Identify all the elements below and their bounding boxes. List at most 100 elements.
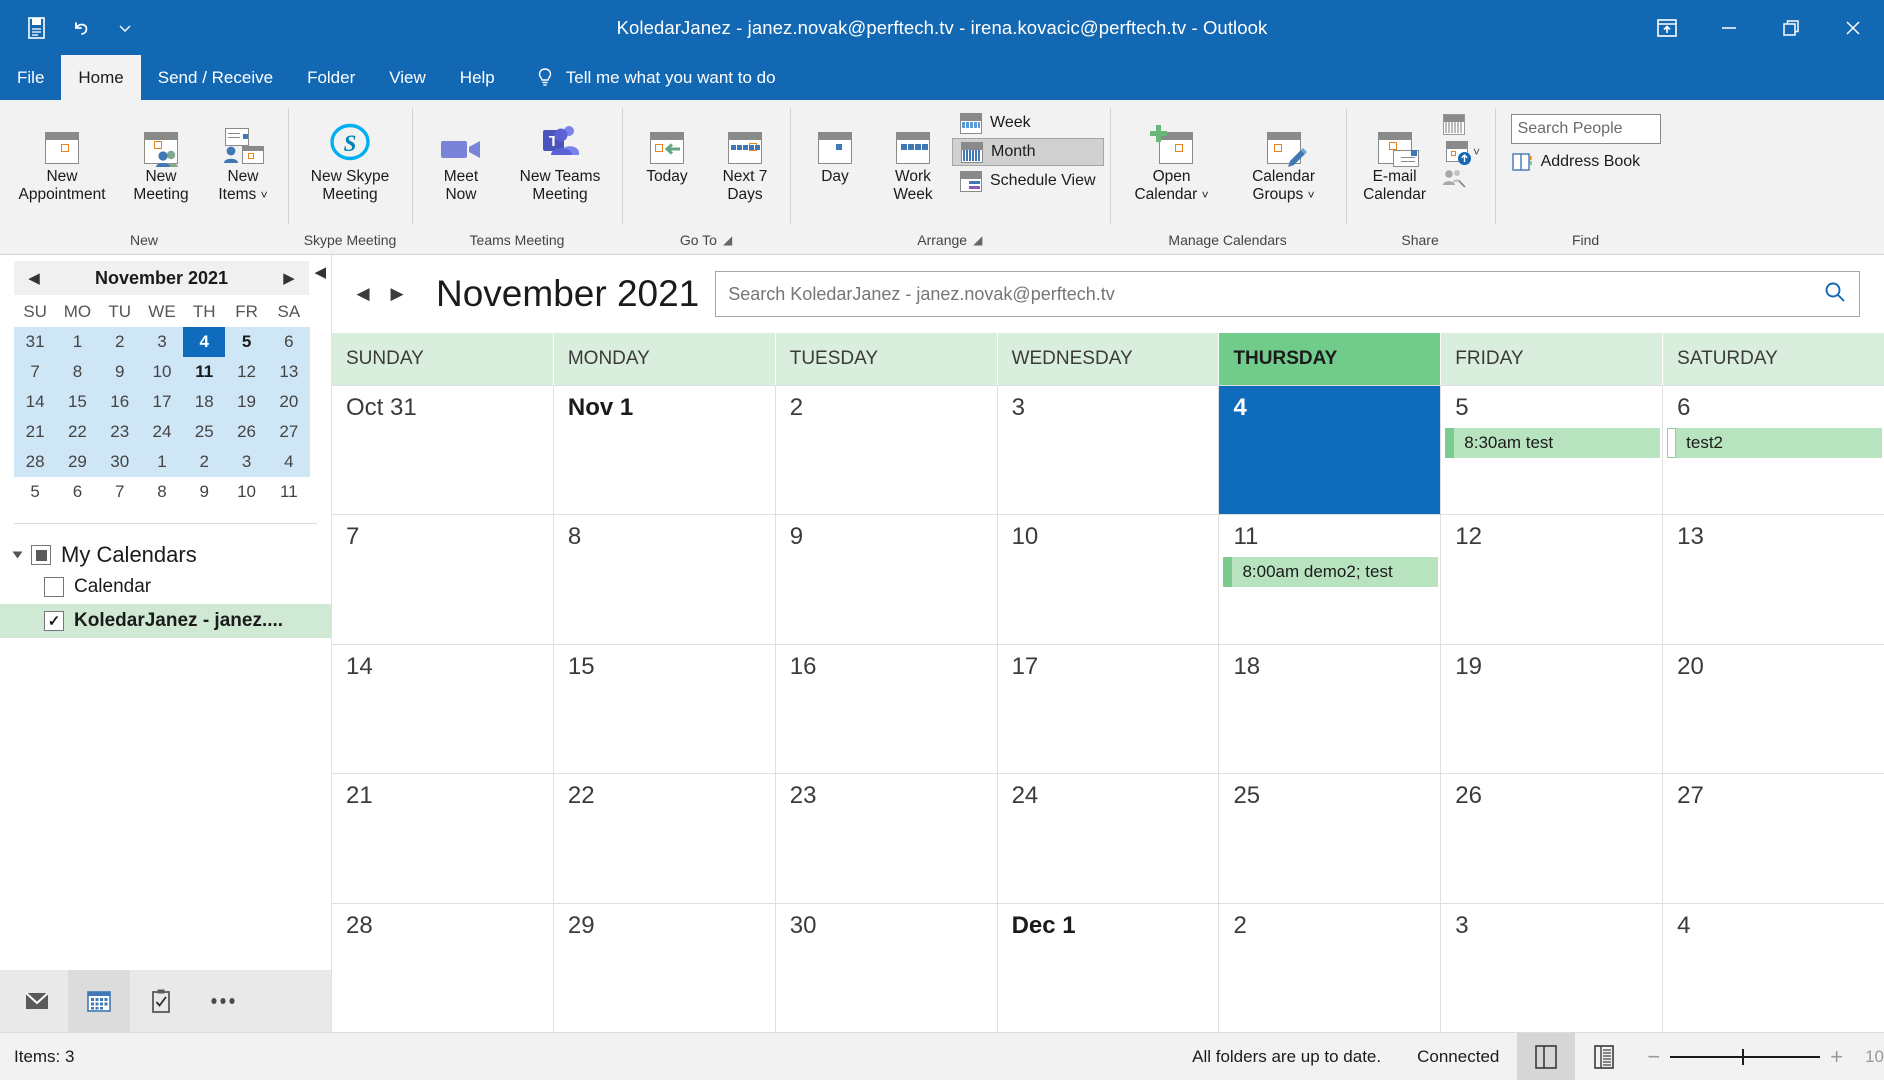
day-cell[interactable]: 3 [998,386,1220,515]
week-view-button[interactable]: Week [952,110,1104,136]
mini-day[interactable]: 1 [140,447,184,477]
tab-help[interactable]: Help [443,55,512,100]
day-cell[interactable]: 16 [776,644,998,774]
zoom-out-button[interactable]: − [1647,1044,1660,1070]
chevron-down-icon[interactable]: ˅ [1473,145,1480,159]
nav-calendar-button[interactable] [68,970,130,1032]
mini-day[interactable]: 23 [98,417,141,447]
search-icon[interactable] [1823,280,1847,309]
day-cell[interactable]: 5 8:30am test [1441,386,1664,515]
day-cell[interactable]: 2 [776,386,998,515]
day-cell[interactable]: 22 [554,774,776,903]
new-appointment-button[interactable]: New Appointment [6,106,118,209]
zoom-in-button[interactable]: + [1830,1044,1843,1070]
day-cell[interactable]: 6 test2 [1663,386,1884,514]
mini-day[interactable]: 9 [98,357,141,387]
koledarjanez-checkbox[interactable]: ✓ [44,611,64,631]
calendar-groups-button[interactable]: Calendar Groups ˅ [1228,106,1340,209]
mini-day[interactable]: 8 [56,357,99,387]
tab-view[interactable]: View [372,55,443,100]
expand-collapse-triangle-icon[interactable] [12,551,23,559]
day-cell[interactable]: 15 [554,644,776,774]
day-cell[interactable]: 29 [554,903,776,1033]
mini-day[interactable]: 4 [267,447,310,477]
zoom-track[interactable] [1670,1048,1821,1065]
chevron-down-icon[interactable]: ˅ [1202,188,1209,202]
close-icon[interactable] [1822,0,1884,55]
calendar-event[interactable]: 8:00am demo2; test [1223,557,1439,588]
mini-day[interactable]: 21 [14,417,57,447]
day-cell[interactable]: Nov 1 [554,386,776,515]
nav-tasks-button[interactable] [130,970,192,1032]
zoom-slider[interactable]: − + 10 [1633,1044,1884,1070]
mini-day[interactable]: 27 [267,417,310,447]
zoom-thumb[interactable] [1742,1048,1745,1065]
mini-day[interactable]: 14 [14,387,57,417]
day-cell[interactable]: 14 [332,644,554,774]
goto-dialog-launcher-icon[interactable]: ◢ [723,233,732,247]
calendar-list-item-calendar[interactable]: Calendar [0,570,331,604]
day-cell[interactable]: 30 [776,903,998,1033]
open-calendar-button[interactable]: Open Calendar ˅ [1116,106,1228,209]
mini-day[interactable]: 1 [56,327,99,357]
mini-day[interactable]: 13 [267,357,310,387]
calendar-list-item-koledarjanez[interactable]: ✓ KoledarJanez - janez.... [0,604,331,638]
mini-day[interactable]: 28 [14,447,57,477]
next-7-days-button[interactable]: Next 7 Days [706,106,784,209]
day-view-button[interactable]: Day [796,106,874,190]
mini-day[interactable]: 29 [56,447,99,477]
mini-day[interactable]: 15 [56,387,99,417]
mini-day[interactable]: 3 [140,327,184,357]
mini-day[interactable]: 10 [140,357,184,387]
day-cell[interactable]: 18 [1219,644,1442,774]
day-cell[interactable]: 9 [776,515,998,644]
schedule-view-button[interactable]: Schedule View [952,168,1104,194]
arrange-dialog-launcher-icon[interactable]: ◢ [973,233,982,247]
mini-day[interactable]: 26 [225,417,268,447]
mini-day[interactable]: 8 [141,477,183,507]
mini-day[interactable]: 2 [98,327,141,357]
chevron-down-icon[interactable]: ˅ [1308,188,1315,202]
mini-day[interactable]: 16 [98,387,141,417]
mini-day[interactable]: 5 [14,477,56,507]
calendar-event[interactable]: test2 [1667,428,1883,458]
my-calendars-group[interactable]: My Calendars [0,540,331,570]
ribbon-display-options-icon[interactable] [1636,0,1698,55]
mini-day[interactable]: 6 [56,477,98,507]
day-cell[interactable]: 11 8:00am demo2; test [1219,515,1442,644]
mini-day-today[interactable]: 4 [183,327,226,357]
day-cell[interactable]: 19 [1441,644,1664,774]
collapse-pane-icon[interactable]: ◀ [314,263,326,281]
tab-file[interactable]: File [0,55,61,100]
work-week-view-button[interactable]: Work Week [874,106,952,209]
chevron-down-icon[interactable]: ˅ [261,188,268,202]
mini-day[interactable]: 17 [140,387,184,417]
mini-day[interactable]: 18 [183,387,226,417]
day-cell[interactable]: 8 [554,515,776,644]
customize-qat-icon[interactable] [112,15,138,41]
mini-day[interactable]: 5 [225,327,268,357]
mini-day[interactable]: 6 [267,327,310,357]
calendar-permissions-button[interactable] [1442,168,1485,188]
minimize-icon[interactable] [1698,0,1760,55]
meet-now-button[interactable]: Meet Now [418,106,504,209]
mini-day[interactable]: 9 [183,477,225,507]
mini-day[interactable]: 31 [14,327,57,357]
publish-online-button[interactable]: ˅ [1446,141,1480,165]
next-month-icon[interactable]: ▶ [279,269,299,287]
save-icon[interactable] [24,15,50,41]
day-cell[interactable]: 2 [1219,903,1442,1033]
day-cell[interactable]: 24 [998,774,1220,903]
prev-period-icon[interactable]: ◀ [346,277,380,311]
mini-day[interactable]: 11 [268,477,310,507]
day-cell[interactable]: 12 [1441,515,1664,644]
restore-icon[interactable] [1760,0,1822,55]
day-cell[interactable]: 7 [332,515,554,644]
day-cell[interactable]: Oct 31 [332,386,554,515]
calendar-checkbox[interactable] [44,577,64,597]
new-meeting-button[interactable]: New Meeting [118,106,204,209]
day-cell[interactable]: 28 [332,903,554,1033]
mini-day[interactable]: 10 [225,477,267,507]
prev-month-icon[interactable]: ◀ [24,269,44,287]
day-cell[interactable]: Dec 1 [998,903,1220,1033]
